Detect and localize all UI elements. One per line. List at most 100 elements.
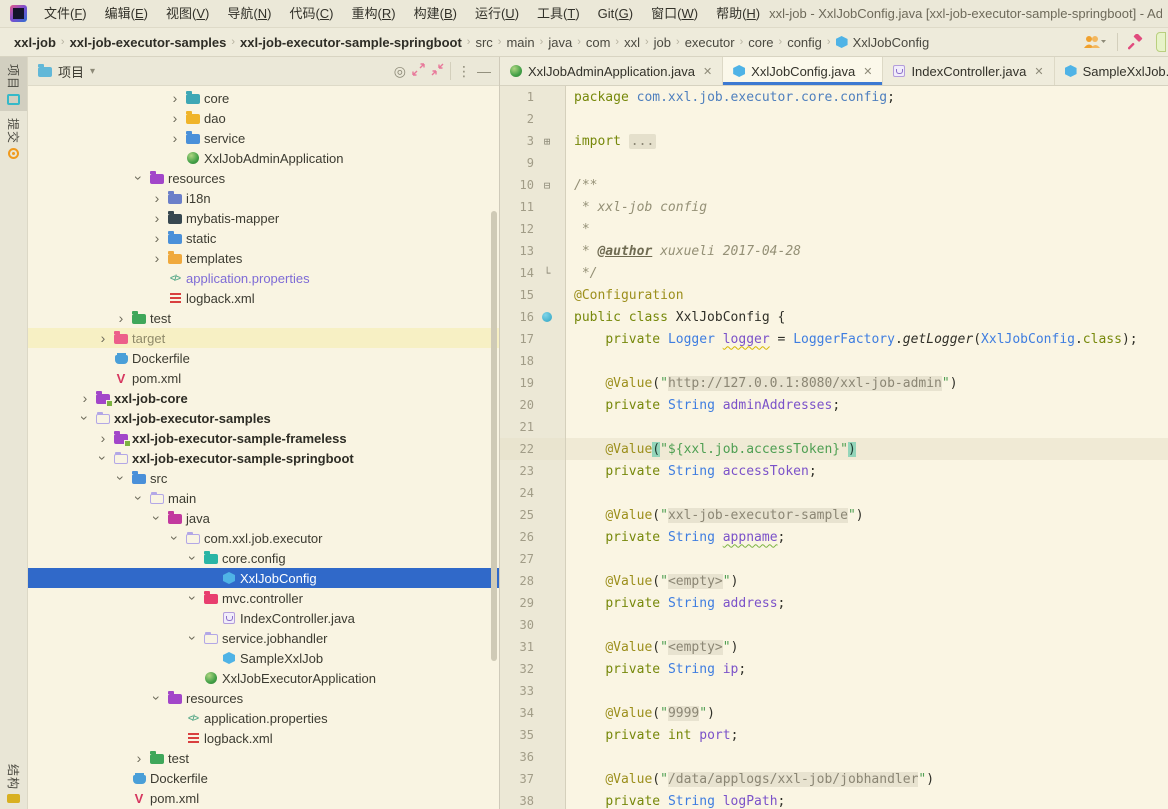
line-number[interactable]: 21 xyxy=(500,420,534,434)
code-line[interactable]: 17 private Logger logger = LoggerFactory… xyxy=(500,328,1168,350)
close-icon[interactable]: ✕ xyxy=(1034,65,1043,78)
tool-window-button-project-tool-icon[interactable]: 项目 xyxy=(0,57,27,111)
code-line[interactable]: 28 @Value("<empty>") xyxy=(500,570,1168,592)
code-line[interactable]: 24 xyxy=(500,482,1168,504)
tree-row[interactable]: XxlJobConfig xyxy=(28,568,499,588)
chevron-collapsed-icon[interactable]: › xyxy=(166,129,184,147)
breadcrumb-item[interactable]: java xyxy=(544,35,576,50)
line-number[interactable]: 12 xyxy=(500,222,534,236)
editor-gutter[interactable]: 3⊞ xyxy=(500,130,566,152)
tree-row[interactable]: ›service.jobhandler xyxy=(28,628,499,648)
chevron-collapsed-icon[interactable]: › xyxy=(148,249,166,267)
menu-item-视图V[interactable]: 视图(V) xyxy=(157,1,218,27)
line-number[interactable]: 3 xyxy=(500,134,534,148)
editor-gutter[interactable]: 1 xyxy=(500,86,566,108)
editor-gutter[interactable]: 18 xyxy=(500,350,566,372)
locate-icon[interactable]: ◎ xyxy=(394,63,406,80)
editor-gutter[interactable]: 27 xyxy=(500,548,566,570)
more-options-icon[interactable]: ⋮ xyxy=(457,63,471,80)
code-line[interactable]: 33 xyxy=(500,680,1168,702)
fold-collapse-icon[interactable]: ⊟ xyxy=(534,179,560,192)
chevron-expanded-icon[interactable]: › xyxy=(148,689,166,707)
chevron-expanded-icon[interactable]: › xyxy=(148,509,166,527)
line-number[interactable]: 25 xyxy=(500,508,534,522)
code-line[interactable]: 12 * xyxy=(500,218,1168,240)
code-line[interactable]: 29 private String address; xyxy=(500,592,1168,614)
tree-row[interactable]: ›xxl-job-executor-sample-frameless xyxy=(28,428,499,448)
code-with-me-users-icon[interactable] xyxy=(1083,34,1107,50)
code-line[interactable]: 35 private int port; xyxy=(500,724,1168,746)
spring-bean-icon[interactable] xyxy=(542,312,552,322)
breadcrumb-item[interactable]: config xyxy=(783,35,826,50)
chevron-expanded-icon[interactable]: › xyxy=(76,409,94,427)
line-number[interactable]: 27 xyxy=(500,552,534,566)
code-line[interactable]: 22 @Value("${xxl.job.accessToken}") xyxy=(500,438,1168,460)
collapse-all-icon[interactable] xyxy=(431,63,444,79)
line-number[interactable]: 33 xyxy=(500,684,534,698)
breadcrumb-item[interactable]: job xyxy=(650,35,675,50)
spring-bean-icon[interactable] xyxy=(534,312,560,322)
code-line[interactable]: 30 xyxy=(500,614,1168,636)
chevron-collapsed-icon[interactable]: › xyxy=(94,329,112,347)
chevron-expanded-icon[interactable]: › xyxy=(94,449,112,467)
chevron-collapsed-icon[interactable]: › xyxy=(148,209,166,227)
editor-gutter[interactable]: 25 xyxy=(500,504,566,526)
breadcrumb-item[interactable]: executor xyxy=(681,35,739,50)
editor-gutter[interactable]: 33 xyxy=(500,680,566,702)
tree-row[interactable]: ›resources xyxy=(28,168,499,188)
menu-item-帮助H[interactable]: 帮助(H) xyxy=(707,1,769,27)
line-number[interactable]: 14 xyxy=(500,266,534,280)
line-number[interactable]: 22 xyxy=(500,442,534,456)
tool-window-button-commit-tool-icon[interactable]: 提交 xyxy=(0,111,27,165)
tree-row[interactable]: ›xxl-job-core xyxy=(28,388,499,408)
editor-gutter[interactable]: 24 xyxy=(500,482,566,504)
line-number[interactable]: 38 xyxy=(500,794,534,808)
line-number[interactable]: 30 xyxy=(500,618,534,632)
tree-row[interactable]: ›target xyxy=(28,328,499,348)
chevron-collapsed-icon[interactable]: › xyxy=(112,309,130,327)
tree-row[interactable]: ›static xyxy=(28,228,499,248)
breadcrumb-item[interactable]: src xyxy=(471,35,496,50)
chevron-expanded-icon[interactable]: › xyxy=(166,529,184,547)
editor-gutter[interactable]: 17 xyxy=(500,328,566,350)
editor-gutter[interactable]: 31 xyxy=(500,636,566,658)
chevron-collapsed-icon[interactable]: › xyxy=(166,89,184,107)
editor-gutter[interactable]: 32 xyxy=(500,658,566,680)
tree-row[interactable]: Vpom.xml xyxy=(28,368,499,388)
line-number[interactable]: 13 xyxy=(500,244,534,258)
chevron-collapsed-icon[interactable]: › xyxy=(130,749,148,767)
code-line[interactable]: 32 private String ip; xyxy=(500,658,1168,680)
editor-gutter[interactable]: 37 xyxy=(500,768,566,790)
chevron-collapsed-icon[interactable]: › xyxy=(166,109,184,127)
breadcrumb-item[interactable]: core xyxy=(744,35,777,50)
editor-tab-XxlJobConfig.java[interactable]: XxlJobConfig.java✕ xyxy=(723,57,883,85)
code-line[interactable]: 9 xyxy=(500,152,1168,174)
code-line[interactable]: 26 private String appname; xyxy=(500,526,1168,548)
editor-gutter[interactable]: 36 xyxy=(500,746,566,768)
editor-gutter[interactable]: 13 xyxy=(500,240,566,262)
editor-gutter[interactable]: 10⊟ xyxy=(500,174,566,196)
tree-row[interactable]: ›core.config xyxy=(28,548,499,568)
breadcrumb-item[interactable]: XxlJobConfig xyxy=(832,35,934,50)
line-number[interactable]: 17 xyxy=(500,332,534,346)
editor-tab-IndexController.java[interactable]: IndexController.java✕ xyxy=(883,57,1054,85)
code-line[interactable]: 21 xyxy=(500,416,1168,438)
menu-item-编辑E[interactable]: 编辑(E) xyxy=(96,1,157,27)
line-number[interactable]: 2 xyxy=(500,112,534,126)
tree-row[interactable]: ›mvc.controller xyxy=(28,588,499,608)
menu-item-导航N[interactable]: 导航(N) xyxy=(218,1,280,27)
code-line[interactable]: 37 @Value("/data/applogs/xxl-job/jobhand… xyxy=(500,768,1168,790)
code-line[interactable]: 15@Configuration xyxy=(500,284,1168,306)
tree-row[interactable]: ›dao xyxy=(28,108,499,128)
run-widget-partial[interactable] xyxy=(1156,32,1166,52)
line-number[interactable]: 11 xyxy=(500,200,534,214)
code-line[interactable]: 11 * xxl-job config xyxy=(500,196,1168,218)
code-line[interactable]: 19 @Value("http://127.0.0.1:8080/xxl-job… xyxy=(500,372,1168,394)
tool-window-button-structure-tool-icon[interactable]: 结构 xyxy=(0,757,27,809)
chevron-expanded-icon[interactable]: › xyxy=(184,589,202,607)
expand-all-icon[interactable] xyxy=(412,63,425,79)
tree-row[interactable]: ›com.xxl.job.executor xyxy=(28,528,499,548)
menu-item-窗口W[interactable]: 窗口(W) xyxy=(642,1,707,27)
tree-row[interactable]: ›java xyxy=(28,508,499,528)
hide-panel-icon[interactable]: — xyxy=(477,63,491,79)
